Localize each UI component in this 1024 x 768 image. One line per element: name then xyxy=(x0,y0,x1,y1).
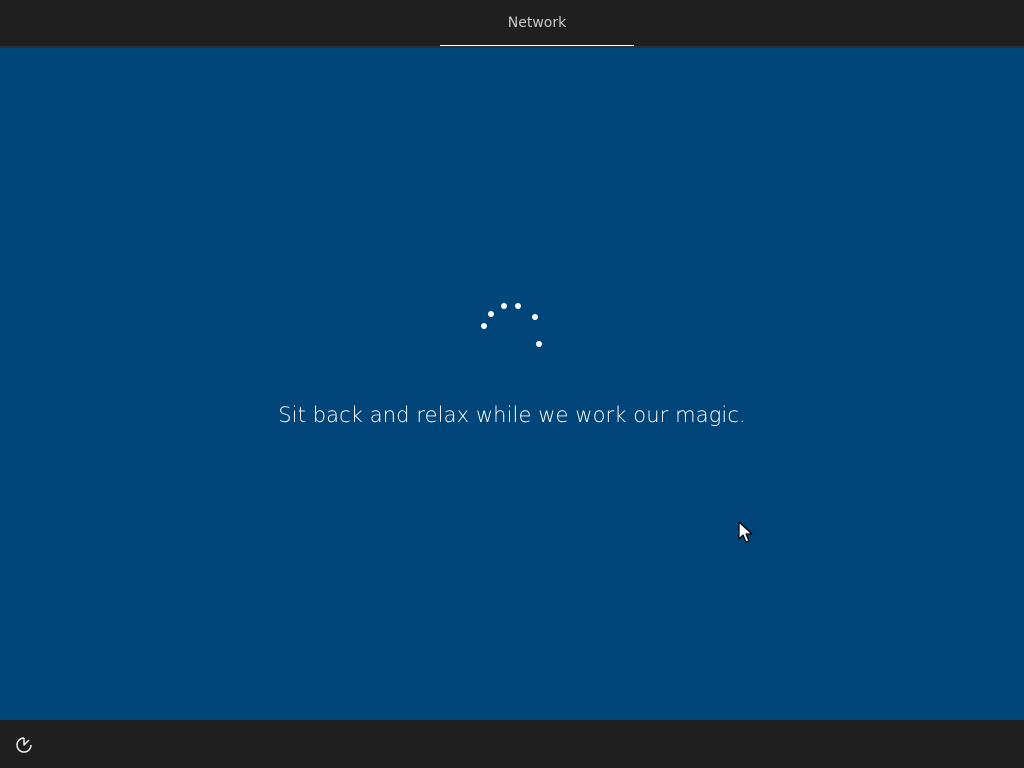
ease-of-access-icon xyxy=(16,737,32,753)
ease-of-access-button[interactable] xyxy=(12,733,36,757)
tab-network: Network xyxy=(440,0,634,46)
spinner-dot xyxy=(501,303,507,309)
spinner-dot xyxy=(515,303,521,309)
tab-network-label: Network xyxy=(507,15,567,31)
spinner-dot xyxy=(488,311,494,317)
spinner-dot xyxy=(536,341,542,347)
bottom-bar xyxy=(0,720,1024,768)
top-bar: Network xyxy=(0,0,1024,48)
spinner-dot xyxy=(481,323,487,329)
mouse-pointer-icon xyxy=(738,521,753,543)
spinner-dot xyxy=(532,314,538,320)
status-message: Sit back and relax while we work our mag… xyxy=(278,403,746,427)
setup-content xyxy=(0,48,1024,720)
loading-spinner-icon xyxy=(481,303,542,347)
